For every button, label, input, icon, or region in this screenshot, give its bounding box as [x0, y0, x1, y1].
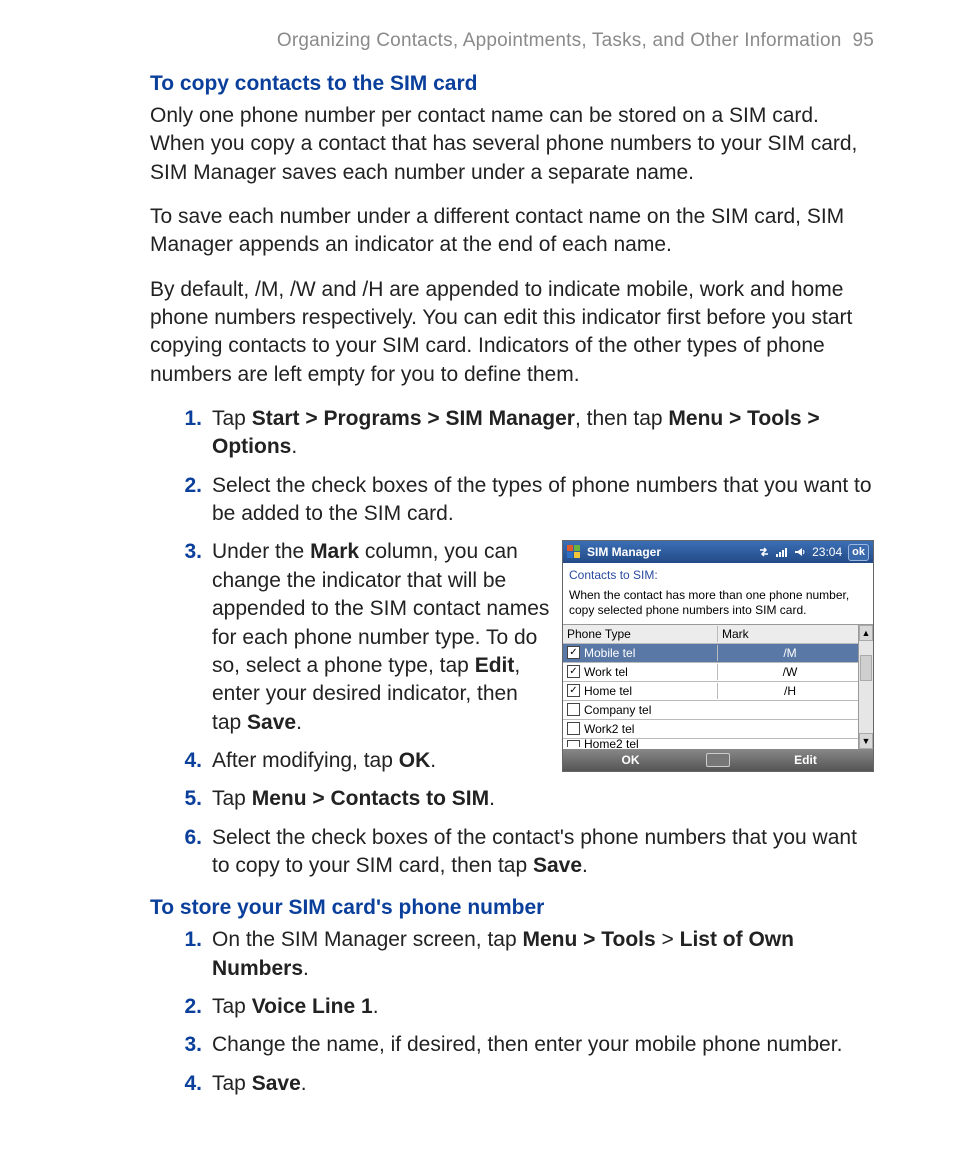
- document-page: Organizing Contacts, Appointments, Tasks…: [0, 0, 954, 1174]
- phone-type-label: Company tel: [584, 702, 651, 718]
- step-item: SIM Manager 23:04 ok Contacts to SIM: Wh…: [170, 538, 874, 736]
- checkbox[interactable]: [567, 722, 580, 735]
- header-phone-type: Phone Type: [563, 626, 717, 642]
- table-row[interactable]: ✓ Mobile tel/M: [563, 644, 858, 663]
- mark-cell: /W: [717, 664, 858, 680]
- table-row[interactable]: Work2 tel: [563, 720, 858, 739]
- signal-icon: [776, 546, 788, 558]
- steps-list-1: Tap Start > Programs > SIM Manager, then…: [170, 405, 874, 880]
- phone-type-label: Mobile tel: [584, 645, 635, 661]
- mark-cell: /H: [717, 683, 858, 699]
- scroll-track[interactable]: [859, 641, 873, 733]
- sync-icon: [758, 546, 770, 558]
- step-item: Change the name, if desired, then enter …: [170, 1031, 874, 1059]
- screenshot-subheading: Contacts to SIM:: [563, 563, 873, 585]
- phone-type-label: Work tel: [584, 664, 628, 680]
- table-header-row: Phone Type Mark: [563, 625, 858, 644]
- checkbox[interactable]: ✓: [567, 646, 580, 659]
- step-item: Tap Menu > Contacts to SIM.: [170, 785, 874, 813]
- scrollbar[interactable]: ▲ ▼: [858, 624, 873, 749]
- system-tray: 23:04 ok: [758, 544, 869, 561]
- clock-text: 23:04: [812, 544, 842, 560]
- checkbox[interactable]: ✓: [567, 665, 580, 678]
- step-item: Tap Save.: [170, 1070, 874, 1098]
- phone-type-label: Work2 tel: [584, 721, 634, 737]
- step-item: On the SIM Manager screen, tap Menu > To…: [170, 926, 874, 983]
- windows-flag-icon: [567, 545, 581, 559]
- running-header: Organizing Contacts, Appointments, Tasks…: [150, 30, 874, 52]
- step-item: Tap Voice Line 1.: [170, 993, 874, 1021]
- step-item: After modifying, tap OK.: [170, 747, 874, 775]
- steps-list-2: On the SIM Manager screen, tap Menu > To…: [170, 926, 874, 1098]
- body-paragraph: To save each number under a different co…: [150, 203, 874, 260]
- step-item: Select the check boxes of the types of p…: [170, 472, 874, 529]
- titlebar-ok-button[interactable]: ok: [848, 544, 869, 561]
- window-titlebar: SIM Manager 23:04 ok: [563, 541, 873, 563]
- scroll-up-button[interactable]: ▲: [859, 625, 873, 641]
- scroll-thumb[interactable]: [860, 655, 872, 681]
- section-heading-copy-contacts: To copy contacts to the SIM card: [150, 72, 874, 96]
- header-mark: Mark: [717, 626, 858, 642]
- step-item: Tap Start > Programs > SIM Manager, then…: [170, 405, 874, 462]
- window-title: SIM Manager: [587, 544, 661, 560]
- table-row[interactable]: ✓ Work tel/W: [563, 663, 858, 682]
- table-row[interactable]: ✓ Home tel/H: [563, 682, 858, 701]
- phone-type-table: Phone Type Mark ✓ Mobile tel/M ✓ Work tel/W…: [563, 624, 858, 749]
- table-row[interactable]: Company tel: [563, 701, 858, 720]
- checkbox[interactable]: [567, 703, 580, 716]
- checkbox[interactable]: ✓: [567, 684, 580, 697]
- step-item: Select the check boxes of the contact's …: [170, 824, 874, 881]
- phone-type-label: Home tel: [584, 683, 632, 699]
- body-paragraph: Only one phone number per contact name c…: [150, 102, 874, 187]
- section-heading-store-number: To store your SIM card's phone number: [150, 896, 874, 920]
- mark-cell: /M: [717, 645, 858, 661]
- volume-icon: [794, 546, 806, 558]
- sim-manager-screenshot: SIM Manager 23:04 ok Contacts to SIM: Wh…: [562, 540, 874, 771]
- screenshot-explanation: When the contact has more than one phone…: [563, 586, 873, 624]
- body-paragraph: By default, /M, /W and /H are appended t…: [150, 276, 874, 389]
- chapter-title: Organizing Contacts, Appointments, Tasks…: [277, 30, 842, 51]
- page-number: 95: [852, 30, 874, 51]
